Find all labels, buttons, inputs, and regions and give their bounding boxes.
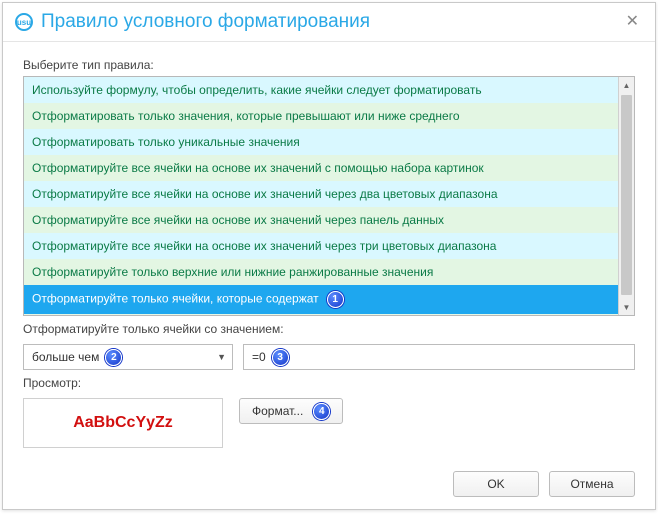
rule-type-item[interactable]: Отформатируйте все ячейки на основе их з…	[24, 207, 618, 233]
rule-type-item[interactable]: Отформатируйте только верхние или нижние…	[24, 259, 618, 285]
dialog-content: Выберите тип правила: Используйте формул…	[3, 42, 655, 509]
dialog-footer: OK Отмена	[23, 457, 635, 497]
ok-button-label: OK	[487, 477, 504, 491]
window-title: Правило условного форматирования	[41, 11, 622, 33]
rule-type-item[interactable]: Отформатируйте все ячейки на основе их з…	[24, 233, 618, 259]
rule-type-item[interactable]: Отформатируйте все ячейки на основе их з…	[24, 181, 618, 207]
scroll-up-icon[interactable]: ▲	[619, 77, 634, 93]
close-icon[interactable]: ✕	[622, 14, 643, 30]
condition-row: больше чем 2 ▼ =0 3	[23, 344, 635, 370]
operator-combobox[interactable]: больше чем 2 ▼	[23, 344, 233, 370]
callout-4: 4	[313, 403, 330, 420]
titlebar: usu Правило условного форматирования ✕	[3, 3, 655, 42]
preview-row: AaBbCcYyZz Формат... 4	[23, 398, 635, 448]
value-input[interactable]: =0 3	[243, 344, 635, 370]
format-button[interactable]: Формат... 4	[239, 398, 343, 424]
app-icon: usu	[15, 13, 33, 31]
preview-sample-text: AaBbCcYyZz	[73, 414, 173, 432]
rule-type-list-inner: Используйте формулу, чтобы определить, к…	[24, 77, 618, 315]
format-button-label: Формат...	[252, 404, 303, 418]
scroll-thumb[interactable]	[621, 95, 632, 295]
rule-type-item[interactable]: Используйте формулу, чтобы определить, к…	[24, 77, 618, 103]
dialog-conditional-formatting-rule: usu Правило условного форматирования ✕ В…	[2, 2, 656, 510]
cancel-button[interactable]: Отмена	[549, 471, 635, 497]
ok-button[interactable]: OK	[453, 471, 539, 497]
operator-value: больше чем	[32, 350, 99, 364]
rule-type-item[interactable]: Отформатируйте все ячейки на основе их з…	[24, 155, 618, 181]
format-preview: AaBbCcYyZz	[23, 398, 223, 448]
rule-type-listbox[interactable]: Используйте формулу, чтобы определить, к…	[23, 76, 635, 316]
label-value-rule: Отформатируйте только ячейки со значение…	[23, 322, 635, 336]
callout-2: 2	[105, 349, 122, 366]
cancel-button-label: Отмена	[570, 477, 613, 491]
rule-type-item[interactable]: Отформатировать только уникальные значен…	[24, 129, 618, 155]
rule-type-item[interactable]: Отформатировать только значения, которые…	[24, 103, 618, 129]
rule-type-item[interactable]: Отформатируйте только ячейки, которые со…	[24, 285, 618, 314]
label-rule-type: Выберите тип правила:	[23, 58, 635, 72]
scroll-track[interactable]	[619, 93, 634, 299]
value-text: =0	[252, 350, 266, 364]
callout-3: 3	[272, 349, 289, 366]
scrollbar-vertical[interactable]: ▲ ▼	[618, 77, 634, 315]
callout-1: 1	[327, 291, 344, 308]
label-preview: Просмотр:	[23, 376, 635, 390]
chevron-down-icon: ▼	[217, 352, 226, 362]
scroll-down-icon[interactable]: ▼	[619, 299, 634, 315]
